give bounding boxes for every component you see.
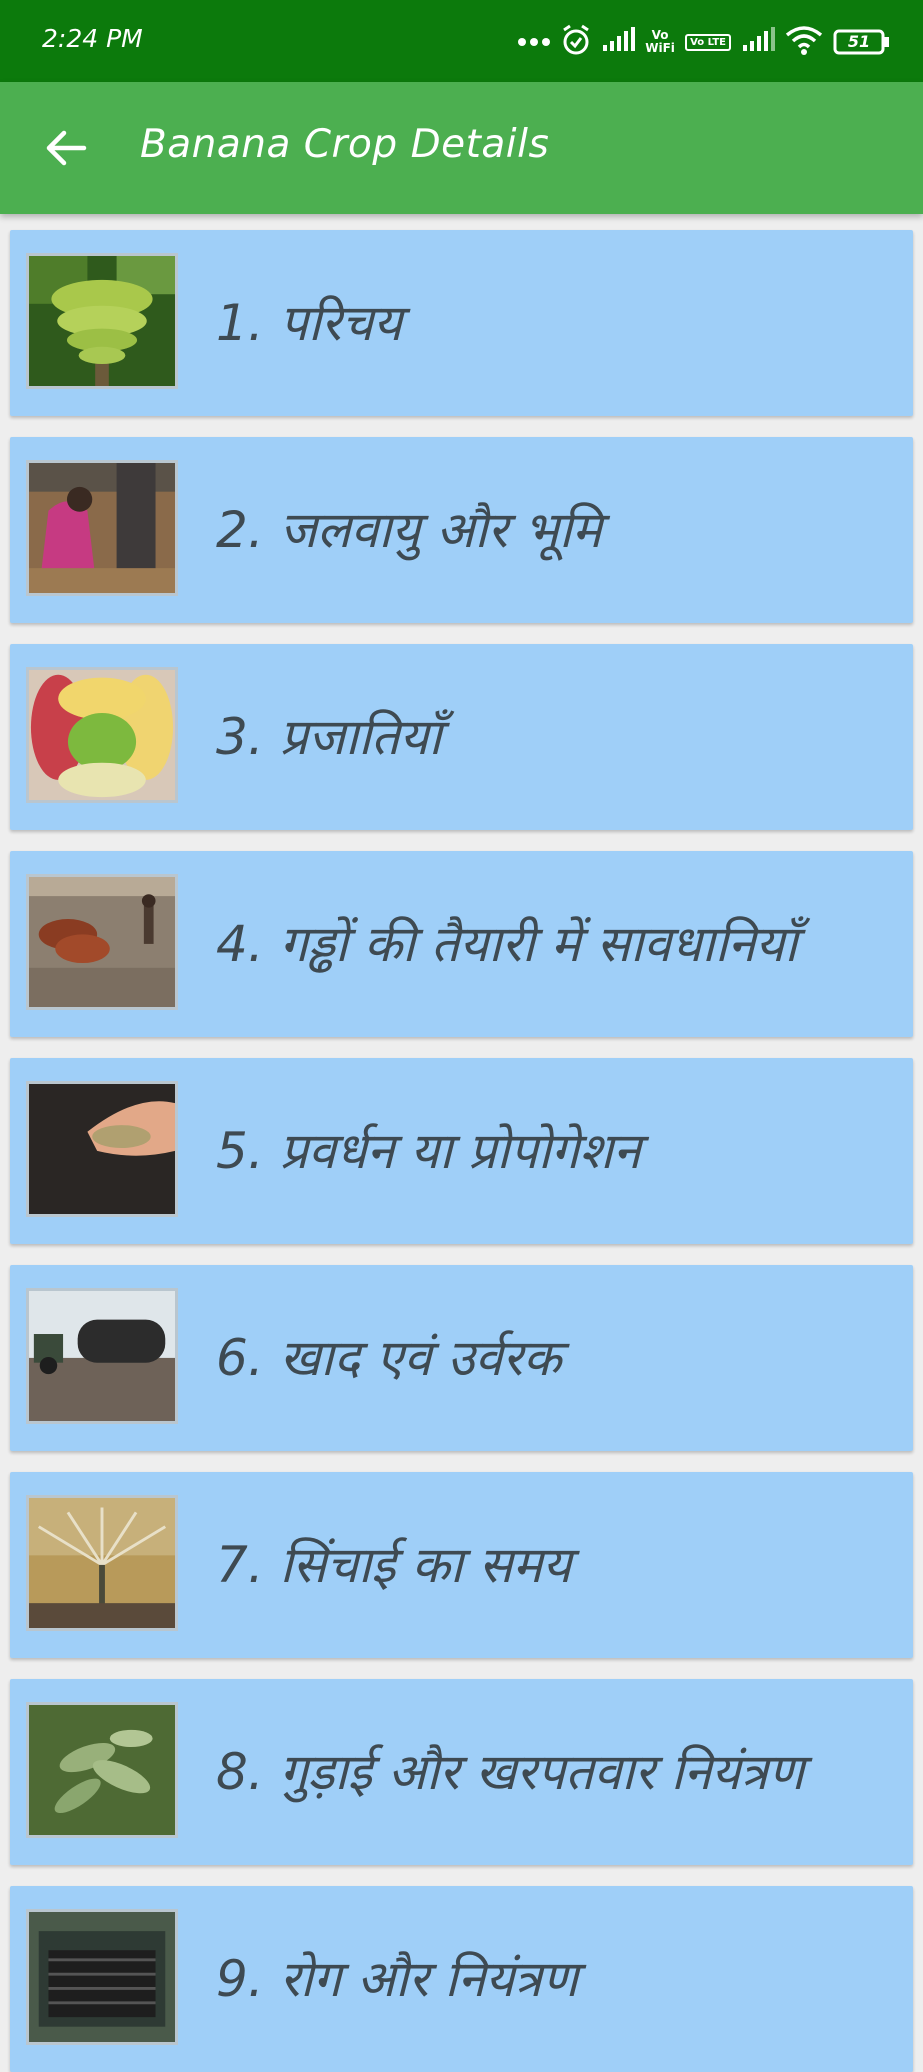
list-item-label: 6. खाद एवं उर्वरक (216, 1329, 562, 1387)
list-item-pit-preparation[interactable]: 4. गड्ढों की तैयारी में सावधानियाँ (10, 851, 913, 1037)
signal-icon-2 (741, 27, 775, 57)
status-icons: Vo WiFi Vo LTE 51 (517, 22, 889, 62)
app-bar: Banana Crop Details (0, 82, 923, 214)
arrow-left-icon (46, 130, 87, 166)
more-dots-icon (517, 33, 551, 52)
list-item-label: 9. रोग और नियंत्रण (216, 1950, 578, 2008)
battery-level: 51 (847, 32, 871, 51)
seeds-in-hand-image (26, 1081, 178, 1217)
status-bar: 2:24 PM Vo WiFi Vo LTE 51 (0, 0, 923, 82)
tractor-field-image (26, 1288, 178, 1424)
battery-icon: 51 (833, 29, 889, 55)
list-item-irrigation[interactable]: 7. सिंचाई का समय (10, 1472, 913, 1658)
alarm-icon (561, 24, 591, 60)
list-item-weeding[interactable]: 8. गुड़ाई और खरपतवार नियंत्रण (10, 1679, 913, 1865)
list-item-label: 8. गुड़ाई और खरपतवार नियंत्रण (216, 1743, 805, 1801)
back-button[interactable] (34, 116, 98, 180)
weeds-plant-image (26, 1702, 178, 1838)
list-item-label: 7. सिंचाई का समय (216, 1536, 572, 1594)
ox-ploughing-image (26, 874, 178, 1010)
list-item-label: 3. प्रजातियाँ (216, 708, 442, 766)
list-item-varieties[interactable]: 3. प्रजातियाँ (10, 644, 913, 830)
list-item-label: 4. गड्ढों की तैयारी में सावधानियाँ (216, 915, 798, 973)
farmer-planting-image (26, 460, 178, 596)
list-item-label: 1. परिचय (216, 294, 403, 352)
list-item-climate-land[interactable]: 2. जलवायु और भूमि (10, 437, 913, 623)
sprinkler-irrigation-image (26, 1495, 178, 1631)
volte-icon: Vo LTE (685, 33, 731, 51)
vowifi-icon: Vo WiFi (645, 28, 675, 55)
signal-icon (601, 27, 636, 57)
list-item-intro[interactable]: 1. परिचय (10, 230, 913, 416)
banana-varieties-image (26, 667, 178, 803)
list-item-label: 5. प्रवर्धन या प्रोपोगेशन (216, 1122, 641, 1180)
banana-bunch-image (26, 253, 178, 389)
wifi-icon (785, 25, 823, 59)
sprayer-machine-image (26, 1909, 178, 2045)
list-item-manure-fertilizer[interactable]: 6. खाद एवं उर्वरक (10, 1265, 913, 1451)
list-item-propagation[interactable]: 5. प्रवर्धन या प्रोपोगेशन (10, 1058, 913, 1244)
page-title: Banana Crop Details (140, 122, 550, 167)
status-time: 2:24 PM (42, 24, 143, 53)
list-item-label: 2. जलवायु और भूमि (216, 501, 602, 559)
list-item-disease-control[interactable]: 9. रोग और नियंत्रण (10, 1886, 913, 2072)
